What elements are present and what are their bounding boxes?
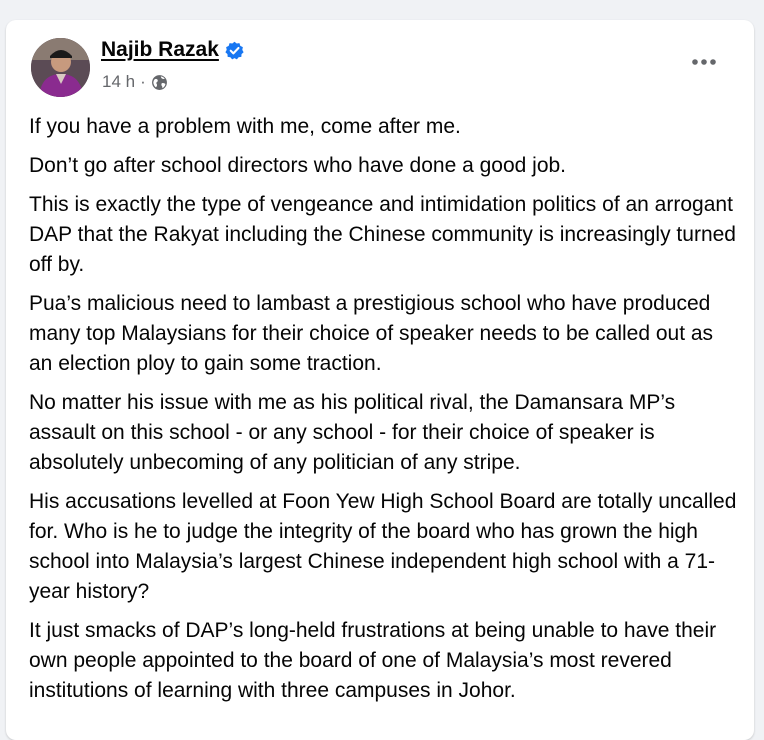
post-meta: 14 h ·: [102, 72, 168, 92]
post-card: Najib Razak 14 h · If you have a problem…: [6, 20, 754, 740]
post-paragraph: This is exactly the type of vengeance an…: [29, 193, 736, 276]
more-options-icon: [692, 59, 716, 65]
post-paragraph: If you have a problem with me, come afte…: [29, 115, 461, 138]
post-header: Najib Razak 14 h ·: [6, 20, 754, 100]
meta-separator: ·: [140, 72, 146, 91]
verified-badge-icon: [225, 41, 244, 60]
author-name[interactable]: Najib Razak: [101, 38, 219, 62]
post-paragraph: Pua’s malicious need to lambast a presti…: [29, 292, 714, 375]
avatar-image: [31, 38, 90, 97]
post-paragraph: His accusations levelled at Foon Yew Hig…: [29, 490, 737, 603]
post-timestamp[interactable]: 14 h: [102, 72, 135, 92]
globe-icon[interactable]: [151, 74, 168, 91]
author-row: Najib Razak: [101, 38, 244, 62]
post-body: If you have a problem with me, come afte…: [29, 112, 741, 715]
more-options-button[interactable]: [686, 50, 722, 74]
post-paragraph: Don’t go after school directors who have…: [29, 154, 567, 177]
post-paragraph: It just smacks of DAP’s long-held frustr…: [29, 619, 717, 702]
post-paragraph: No matter his issue with me as his polit…: [29, 391, 676, 474]
avatar[interactable]: [31, 38, 90, 97]
